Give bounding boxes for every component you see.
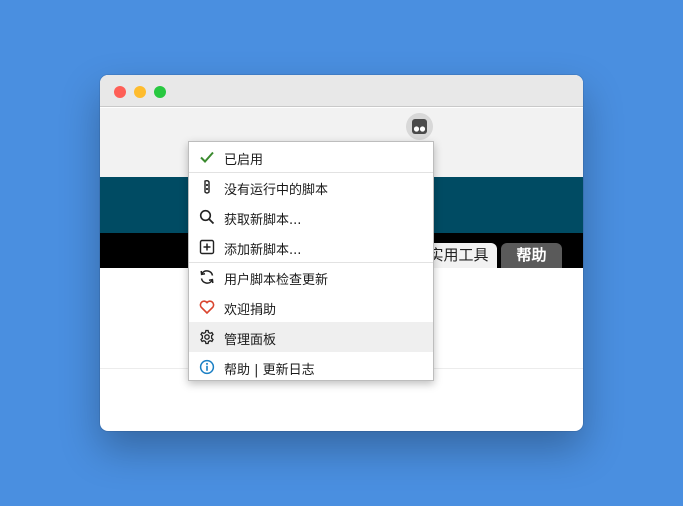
menu-item-check-updates[interactable]: 用户脚本检查更新	[189, 262, 433, 292]
plus-square-icon	[198, 238, 216, 256]
menu-item-donate[interactable]: 欢迎捐助	[189, 292, 433, 322]
search-icon	[198, 208, 216, 226]
heart-icon	[198, 298, 216, 316]
menu-item-enabled[interactable]: 已启用	[189, 142, 433, 172]
script-icon	[198, 178, 216, 196]
check-icon	[198, 148, 216, 166]
menu-item-add-new-script[interactable]: 添加新脚本...	[189, 232, 433, 262]
menu-item-label: 帮助 | 更新日志	[224, 363, 315, 378]
menu-item-get-new-scripts[interactable]: 获取新脚本...	[189, 202, 433, 232]
menu-item-label: 添加新脚本...	[224, 243, 302, 258]
menu-item-no-running-scripts: 没有运行中的脚本	[189, 172, 433, 202]
menu-item-label: 没有运行中的脚本	[224, 183, 329, 198]
close-window-button[interactable]	[114, 86, 126, 98]
tab-help[interactable]: 帮助	[501, 243, 562, 268]
menu-item-label: 用户脚本检查更新	[224, 273, 329, 288]
gear-icon	[198, 328, 216, 346]
maximize-window-button[interactable]	[154, 86, 166, 98]
refresh-icon	[198, 268, 216, 286]
menu-item-help-changelog[interactable]: 帮助 | 更新日志	[189, 352, 433, 382]
tampermonkey-extension-button[interactable]	[406, 113, 433, 140]
menu-item-label: 管理面板	[224, 333, 277, 348]
menu-item-label: 已启用	[224, 153, 264, 168]
title-bar	[100, 75, 583, 107]
menu-item-label: 获取新脚本...	[224, 213, 302, 228]
info-icon	[198, 358, 216, 376]
minimize-window-button[interactable]	[134, 86, 146, 98]
menu-item-dashboard[interactable]: 管理面板	[189, 322, 433, 352]
extension-popup-menu: 已启用 没有运行中的脚本 获取新脚本... 添加新脚本... 用户脚本检查更新 …	[188, 141, 434, 381]
tampermonkey-icon	[412, 119, 427, 134]
menu-item-label: 欢迎捐助	[224, 303, 277, 318]
